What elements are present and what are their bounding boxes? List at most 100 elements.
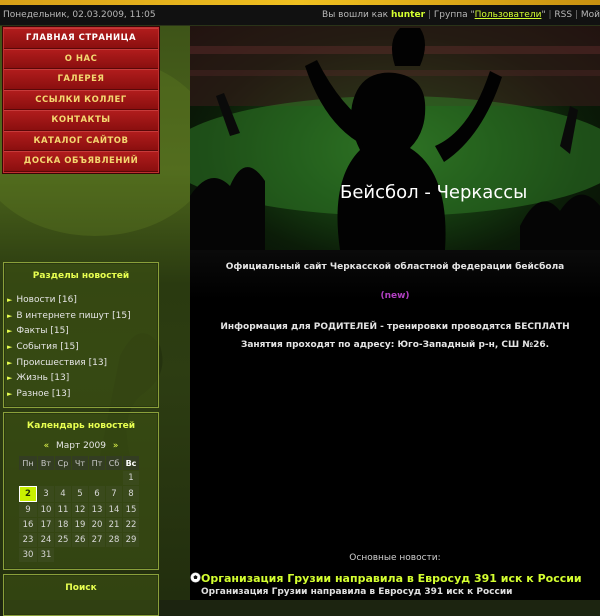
calendar-empty-cell [72,548,88,562]
main-menu: ГЛАВНАЯ СТРАНИЦА О НАС ГАЛЕРЕЯ ССЫЛКИ КО… [3,27,159,173]
menu-item-gallery[interactable]: ГАЛЕРЕЯ [4,69,158,90]
weekday-label: Пн [19,456,37,470]
username-link[interactable]: hunter [391,10,425,20]
weekday-label: Вс [123,456,139,470]
arrow-icon: ► [7,296,13,304]
stadium-crowd-image [190,26,600,250]
calendar-weekday-row: Пн Вт Ср Чт Пт Сб Вс [19,456,139,470]
weekday-label: Пт [89,456,105,470]
calendar-empty-cell [89,471,105,485]
calendar-week-row: 9 10 11 12 13 14 15 [19,503,139,517]
category-label[interactable]: Новости [16,295,55,305]
calendar-month-label: Март 2009 [55,441,106,451]
calendar-day[interactable]: 21 [106,518,122,532]
calendar-day-today[interactable]: 2 [19,486,37,502]
list-item[interactable]: ► Новости [16] [7,293,158,309]
category-count: [16] [58,295,77,305]
calendar-empty-cell [106,548,122,562]
calendar-day[interactable]: 31 [38,548,54,562]
news-calendar-panel: Календарь новостей « Март 2009 » Пн Вт С… [3,412,159,570]
calendar-day[interactable]: 27 [89,533,105,547]
menu-item-contacts[interactable]: КОНТАКТЫ [4,110,158,131]
search-panel: Поиск [3,574,159,616]
calendar-day[interactable]: 8 [123,486,139,502]
arrow-icon: ► [7,374,13,383]
calendar-day[interactable]: 12 [72,503,88,517]
logged-in-label: Вы вошли как [322,10,389,20]
calendar-day[interactable]: 18 [55,518,71,532]
calendar-day[interactable]: 25 [55,533,71,547]
calendar-day[interactable]: 15 [123,503,139,517]
category-count: [15] [60,342,79,353]
calendar-empty-cell [55,471,71,485]
calendar-week-row: 1 [19,471,139,485]
category-label[interactable]: События [16,342,57,352]
calendar-day[interactable]: 4 [55,486,71,502]
calendar-day[interactable]: 6 [89,486,105,502]
calendar-day[interactable]: 13 [89,503,105,517]
group-suffix: " [541,10,546,20]
calendar-day[interactable]: 3 [38,486,54,502]
calendar-day[interactable]: 16 [19,518,37,532]
calendar-day[interactable]: 24 [38,533,54,547]
my-profile-link[interactable]: Мой [581,10,600,20]
calendar-day[interactable]: 20 [89,518,105,532]
list-item[interactable]: ► Факты [15] [7,324,158,340]
group-label: Группа " [433,10,475,20]
calendar-week-row: 16 17 18 19 20 21 22 [19,518,139,532]
category-label[interactable]: Происшествия [16,358,85,368]
category-count: [15] [50,326,69,337]
news-title-link[interactable]: Организация Грузии направила в Евросуд 3… [201,572,582,585]
calendar-day[interactable]: 10 [38,503,54,517]
next-month-button[interactable]: » [113,441,119,451]
calendar-day[interactable]: 17 [38,518,54,532]
menu-item-site-catalog[interactable]: КАТАЛОГ САЙТОВ [4,130,158,151]
rss-link[interactable]: RSS [554,10,572,20]
calendar-empty-cell [123,548,139,562]
category-count: [13] [51,389,71,400]
calendar-day[interactable]: 28 [106,533,122,547]
category-label[interactable]: Факты [16,326,47,336]
list-item[interactable]: ► Происшествия [13] [7,356,158,372]
calendar-day[interactable]: 30 [19,548,37,562]
list-item[interactable]: ► Разное [13] [7,387,158,403]
calendar-day[interactable]: 7 [106,486,122,502]
menu-item-colleague-links[interactable]: ССЫЛКИ КОЛЛЕГ [4,89,158,110]
category-count: [15] [112,310,131,321]
calendar-day[interactable]: 26 [72,533,88,547]
category-label[interactable]: Разное [16,389,49,399]
menu-item-about[interactable]: О НАС [4,48,158,69]
calendar-day[interactable]: 11 [55,503,71,517]
calendar-title: Календарь новостей [26,421,136,431]
calendar-day[interactable]: 22 [123,518,139,532]
search-title: Поиск [65,583,97,593]
user-status: Вы вошли как hunter | Группа "Пользовате… [322,5,600,25]
news-sections-panel: Разделы новостей ► Новости [16] ► В интерн… [3,262,159,408]
calendar-day[interactable]: 19 [72,518,88,532]
weekday-label: Сб [106,456,122,470]
separator: | [427,10,431,20]
list-item[interactable]: ► В интернете пишут [15] [7,309,158,325]
hero-banner: Бейсбол - Черкассы [190,26,600,250]
category-label[interactable]: В интернете пишут [16,311,109,321]
news-sections-title: Разделы новостей [32,271,130,281]
group-link[interactable]: Пользователи [475,10,542,20]
calendar-day[interactable]: 9 [19,503,37,517]
arrow-icon: ► [7,343,13,352]
info-bar: Понедельник, 02.03.2009, 11:05 Вы вошли … [0,5,600,26]
calendar-day[interactable]: 23 [19,533,37,547]
current-date: Понедельник, 02.03.2009, 11:05 [3,10,156,20]
calendar-day[interactable]: 29 [123,533,139,547]
calendar-empty-cell [72,471,88,485]
category-label[interactable]: Жизнь [16,373,48,383]
calendar-day[interactable]: 14 [106,503,122,517]
list-item[interactable]: ► Жизнь [13] [7,371,158,387]
arrow-icon: ► [7,390,13,399]
menu-item-home[interactable]: ГЛАВНАЯ СТРАНИЦА [4,28,158,49]
calendar-day[interactable]: 5 [72,486,88,502]
menu-item-bulletin-board[interactable]: ДОСКА ОБЪЯВЛЕНИЙ [4,151,158,172]
list-item[interactable]: ► События [15] [7,340,158,356]
site-tagline: Официальный сайт Черкасской областной фе… [225,262,565,272]
calendar-day[interactable]: 1 [123,471,139,485]
prev-month-button[interactable]: « [44,441,50,451]
